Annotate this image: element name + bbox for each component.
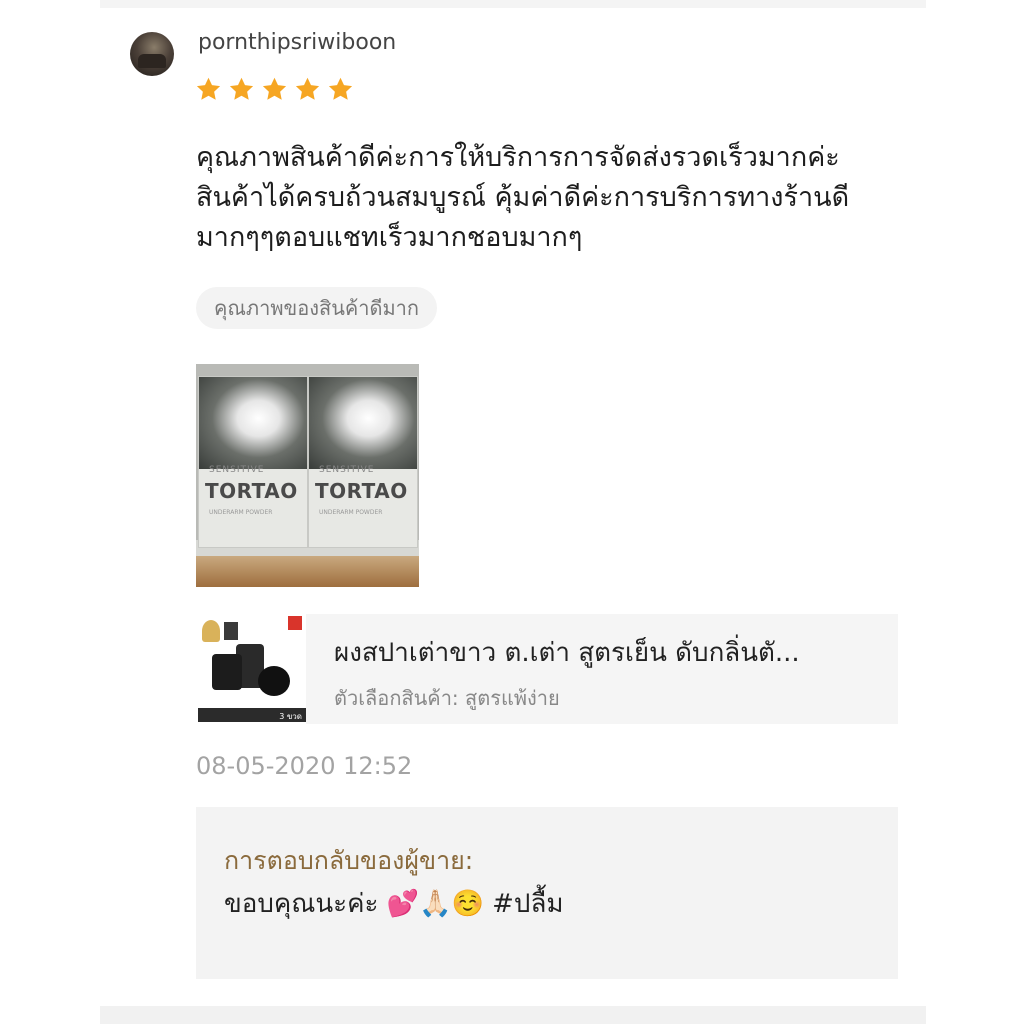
top-divider [100, 0, 926, 8]
reviewer-username: pornthipsriwiboon [198, 30, 397, 55]
product-card[interactable]: 3 ขวด ผงสปาเต่าขาว ต.เต่า สูตรเย็น ดับกล… [196, 614, 898, 724]
promo-badge-icon [288, 616, 302, 630]
product-name: ผงสปาเต่าขาว ต.เต่า สูตรเย็น ดับกลิ่นตั.… [334, 638, 800, 668]
box-artwork [199, 377, 307, 469]
product-variant: ตัวเลือกสินค้า: สูตรแพ้ง่าย [334, 686, 560, 710]
review-tag-chip: คุณภาพของสินค้าดีมาก [196, 287, 437, 329]
thumbnail-price: 3 ขวด [279, 712, 302, 721]
seller-reply-box: การตอบกลับของผู้ขาย: ขอบคุณนะค่ะ 💕🙏🏻☺️ #… [196, 807, 898, 979]
rating-stars [195, 76, 354, 103]
box-sensitive-label: SENSITIVE [319, 465, 375, 475]
award-badge-icon [202, 620, 220, 642]
star-icon [196, 77, 221, 100]
product-jar [258, 666, 290, 696]
review-text-line: มากๆๆตอบแชทเร็วมากชอบมากๆ [196, 222, 583, 253]
box-brand-label: TORTAO [315, 479, 408, 503]
avatar[interactable] [130, 32, 174, 76]
review-timestamp: 08-05-2020 12:52 [196, 752, 413, 780]
box-subtitle-label: UNDERARM POWDER [319, 509, 383, 516]
photo-floor [196, 556, 419, 587]
star-icon [262, 77, 287, 100]
seller-reply-label: การตอบกลับของผู้ขาย: [224, 846, 474, 875]
box-subtitle-label: UNDERARM POWDER [209, 509, 273, 516]
seller-reply-text: ขอบคุณนะค่ะ 💕🙏🏻☺️ #ปลื้ม [224, 889, 564, 919]
box-brand-label: TORTAO [205, 479, 298, 503]
thumbnail-banner: 3 ขวด [198, 708, 306, 722]
shield-badge-icon [224, 622, 238, 640]
star-icon [229, 77, 254, 100]
review-text-line: สินค้าได้ครบถ้วนสมบูรณ์ คุ้มค่าดีค่ะการบ… [196, 182, 850, 213]
product-box-right: SENSITIVE TORTAO UNDERARM POWDER [308, 376, 418, 548]
box-artwork [309, 377, 417, 469]
review-photo[interactable]: SENSITIVE TORTAO UNDERARM POWDER SENSITI… [196, 364, 419, 587]
product-thumbnail: 3 ขวด [196, 614, 306, 724]
bottom-divider [100, 1006, 926, 1024]
review-text: คุณภาพสินค้าดีค่ะการให้บริการการจัดส่งรว… [196, 138, 916, 258]
product-jar [212, 654, 242, 690]
product-box-left: SENSITIVE TORTAO UNDERARM POWDER [198, 376, 308, 548]
star-icon [295, 77, 320, 100]
box-sensitive-label: SENSITIVE [209, 465, 265, 475]
review-text-line: คุณภาพสินค้าดีค่ะการให้บริการการจัดส่งรว… [196, 142, 840, 173]
star-icon [328, 77, 353, 100]
